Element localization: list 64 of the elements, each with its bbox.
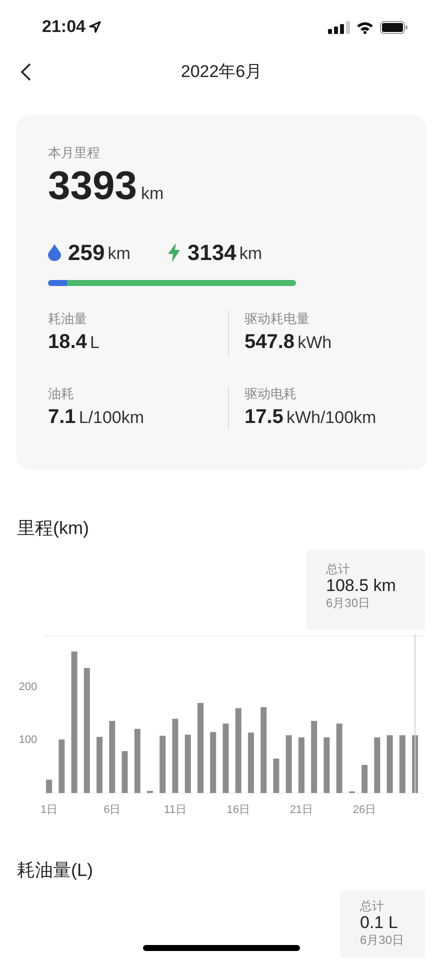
unit-label: kWh/100km: [286, 406, 376, 428]
chart-bar: [122, 751, 128, 793]
x-axis-label: 11日: [164, 804, 186, 816]
location-arrow-icon: [89, 21, 102, 33]
electric-mileage: 3134: [187, 238, 236, 266]
chart-bar: [298, 737, 304, 793]
lightning-icon: [168, 242, 180, 262]
tooltip-date: 6月30日: [360, 933, 404, 948]
stat-value: 547.8: [244, 330, 295, 355]
drop-icon: [48, 244, 61, 260]
chart-bar: [222, 724, 229, 793]
unit-label: kWh: [298, 332, 332, 354]
x-axis-label: 16日: [226, 804, 250, 816]
tooltip-value: 108.5 km: [326, 576, 396, 596]
unit-label: km: [140, 183, 164, 205]
chart-bar: [374, 737, 380, 793]
y-axis-label: 200: [18, 681, 38, 693]
chart-bar: [248, 732, 254, 793]
total-mileage: 3393: [48, 163, 137, 209]
chart-bar: [324, 737, 330, 793]
unit-label: km: [108, 243, 130, 266]
y-axis-label: 100: [18, 734, 38, 746]
chart-bar: [46, 780, 52, 793]
battery-icon: [380, 20, 408, 34]
stat-label: 耗油量: [48, 311, 87, 327]
x-axis-label: 6日: [104, 804, 121, 816]
tooltip-label: 总计: [326, 562, 350, 576]
chart-bar: [286, 735, 292, 793]
chart-bar: [184, 734, 191, 793]
chart-bar: [273, 758, 280, 793]
signal-icon: [328, 20, 350, 34]
summary-label: 本月里程: [48, 145, 100, 161]
wifi-icon: [356, 20, 374, 34]
fuel-mileage: 259: [68, 238, 105, 266]
tooltip-label: 总计: [360, 899, 384, 913]
chart-bar: [399, 735, 406, 793]
stat-value: 17.5: [244, 404, 284, 430]
tooltip-value: 0.1 L: [360, 913, 398, 933]
chart-bar: [134, 728, 140, 793]
stat-label: 驱动耗电量: [244, 311, 310, 327]
tooltip-date: 6月30日: [326, 596, 370, 611]
chart-bar: [147, 790, 153, 793]
stat-value: 18.4: [48, 330, 87, 355]
x-axis-label: 26日: [352, 804, 376, 816]
x-axis-label: 1日: [40, 804, 58, 816]
section-title: 耗油量(L): [17, 860, 93, 880]
section-title: 里程(km): [17, 518, 89, 538]
chart-bar: [336, 724, 342, 793]
status-time: 21:04: [42, 16, 86, 38]
page-title: 2022年6月: [180, 61, 262, 84]
chart-bar: [58, 739, 65, 793]
x-axis-label: 21日: [290, 804, 314, 816]
chart-bar: [160, 736, 166, 793]
unit-label: L: [90, 332, 100, 354]
chart-bar: [386, 735, 393, 793]
chart-bar: [362, 764, 368, 793]
unit-label: L/100km: [78, 406, 144, 428]
stat-label: 驱动电耗: [244, 386, 296, 402]
stat-value: 7.1: [48, 404, 76, 430]
unit-label: km: [239, 243, 262, 266]
back-icon: [20, 62, 32, 82]
stat-label: 油耗: [48, 386, 74, 402]
chart-bar: [96, 736, 103, 793]
chart-bar: [210, 732, 216, 793]
